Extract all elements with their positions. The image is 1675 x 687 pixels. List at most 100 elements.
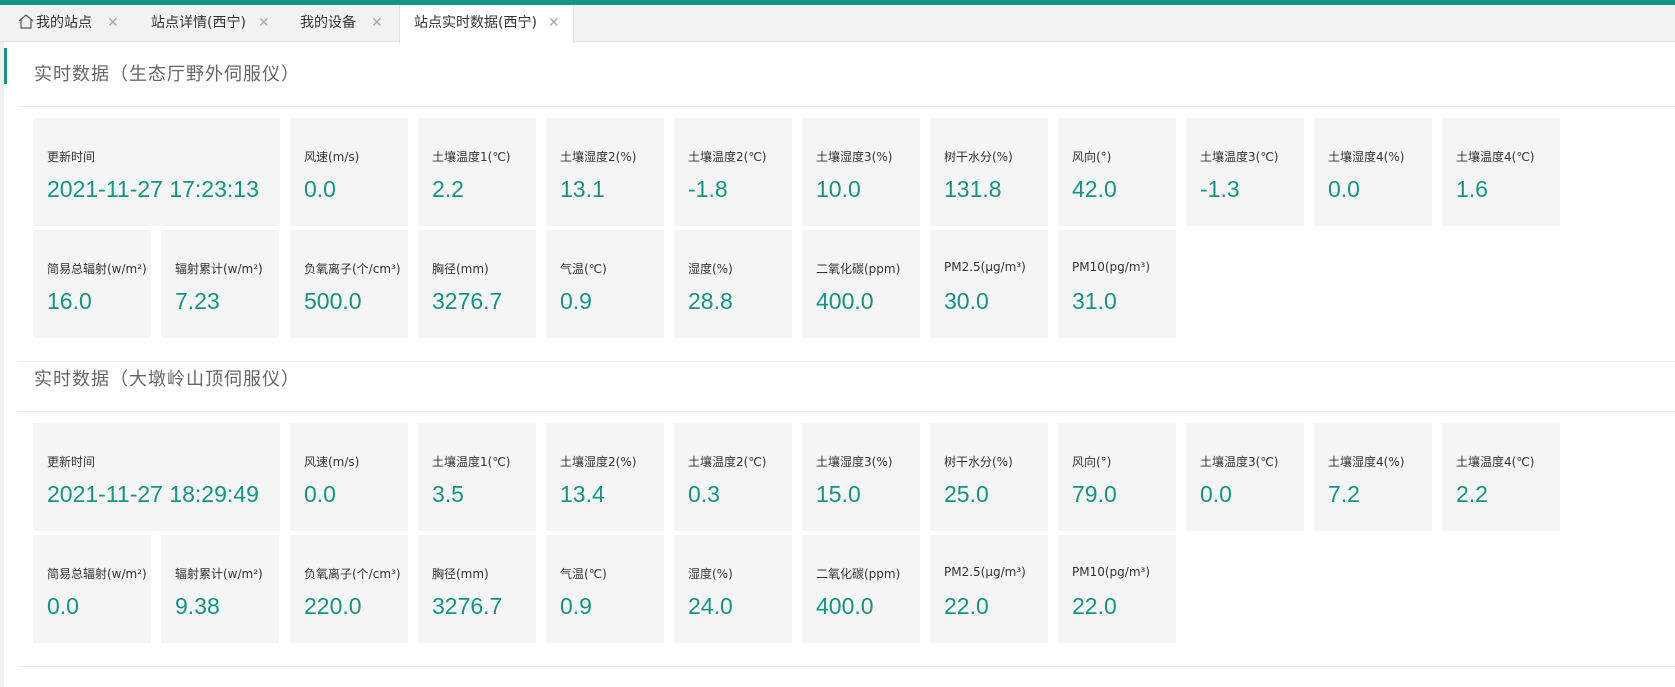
close-icon[interactable]: ✕ <box>107 5 119 42</box>
data-card-value: 31.0 <box>1072 288 1117 314</box>
data-card-label: PM2.5(μg/m³) <box>944 565 1026 579</box>
data-card: 土壤温度2(℃) 0.3 <box>674 423 792 531</box>
data-card-value: 400.0 <box>816 288 874 314</box>
close-icon[interactable]: ✕ <box>258 5 270 42</box>
data-card-value: 28.8 <box>688 288 733 314</box>
data-card: 土壤湿度4(%) 0.0 <box>1314 118 1432 226</box>
data-card: 二氧化碳(ppm) 400.0 <box>802 535 920 643</box>
close-icon[interactable]: ✕ <box>548 5 560 42</box>
data-card-label: 气温(℃) <box>560 567 607 581</box>
data-card-value: 0.0 <box>1200 481 1232 507</box>
data-card-label: 土壤温度2(℃) <box>688 150 767 164</box>
tab-label: 站点实时数据(西宁) <box>414 15 537 31</box>
data-card: 负氧离子(个/cm³) 220.0 <box>290 535 408 643</box>
data-card: PM2.5(μg/m³) 22.0 <box>930 535 1048 643</box>
data-card: 风向(°) 79.0 <box>1058 423 1176 531</box>
data-card-label: 负氧离子(个/cm³) <box>304 262 401 276</box>
data-card: 湿度(%) 28.8 <box>674 230 792 338</box>
data-card-label: 风速(m/s) <box>304 150 360 164</box>
data-card: 辐射累计(w/m²) 9.38 <box>161 535 279 643</box>
data-card-label: PM2.5(μg/m³) <box>944 260 1026 274</box>
data-card: 简易总辐射(w/m²) 16.0 <box>33 230 151 338</box>
data-card-label: 土壤湿度4(%) <box>1328 455 1405 469</box>
data-card-value: 0.0 <box>47 593 79 619</box>
data-card-label: 更新时间 <box>47 455 96 469</box>
data-card-value: 1.6 <box>1456 176 1488 202</box>
data-card-label: 辐射累计(w/m²) <box>175 567 263 581</box>
data-card-label: 简易总辐射(w/m²) <box>47 567 147 581</box>
data-card: 胸径(mm) 3276.7 <box>418 535 536 643</box>
data-card: 风速(m/s) 0.0 <box>290 423 408 531</box>
data-card-label: PM10(pg/m³) <box>1072 565 1150 579</box>
data-card-label: 更新时间 <box>47 150 96 164</box>
data-card-label: 胸径(mm) <box>432 262 489 276</box>
data-card: PM10(pg/m³) 31.0 <box>1058 230 1176 338</box>
data-card: 树干水分(%) 131.8 <box>930 118 1048 226</box>
data-card-value: 22.0 <box>1072 593 1117 619</box>
data-card-label: 土壤温度4(℃) <box>1456 150 1535 164</box>
data-card-label: 土壤湿度2(%) <box>560 150 637 164</box>
data-card-value: 9.38 <box>175 593 220 619</box>
data-card-value: 24.0 <box>688 593 733 619</box>
tab-my-devices[interactable]: 我的设备 ✕ <box>286 5 386 42</box>
data-card: PM10(pg/m³) 22.0 <box>1058 535 1176 643</box>
data-card: 湿度(%) 24.0 <box>674 535 792 643</box>
data-card: 土壤温度4(℃) 2.2 <box>1442 423 1560 531</box>
data-card-value: 500.0 <box>304 288 362 314</box>
data-card-value: 3.5 <box>432 481 464 507</box>
data-card-value: 0.0 <box>1328 176 1360 202</box>
data-card: 二氧化碳(ppm) 400.0 <box>802 230 920 338</box>
data-card-label: 土壤温度3(℃) <box>1200 455 1279 469</box>
data-card-label: 树干水分(%) <box>944 150 1013 164</box>
data-card-value: 131.8 <box>944 176 1002 202</box>
data-card-value: 42.0 <box>1072 176 1117 202</box>
data-card-label: 负氧离子(个/cm³) <box>304 567 401 581</box>
data-card: PM2.5(μg/m³) 30.0 <box>930 230 1048 338</box>
data-card: 气温(℃) 0.9 <box>546 535 664 643</box>
data-card-label: 湿度(%) <box>688 262 733 276</box>
data-card-value: -1.3 <box>1200 176 1240 202</box>
tab-label: 我的设备 <box>300 15 356 31</box>
data-card-value: 0.0 <box>304 481 336 507</box>
data-card: 土壤湿度3(%) 10.0 <box>802 118 920 226</box>
section-accent-bar <box>4 48 7 84</box>
tab-label: 站点详情(西宁) <box>151 15 246 31</box>
data-card-label: 土壤湿度4(%) <box>1328 150 1405 164</box>
tab-bar: 我的站点 ✕ 站点详情(西宁) ✕ 我的设备 ✕ 站点实时数据(西宁) ✕ <box>0 5 1675 43</box>
data-card-value: 30.0 <box>944 288 989 314</box>
data-card-value: 3276.7 <box>432 288 503 314</box>
data-card-value: 79.0 <box>1072 481 1117 507</box>
data-card-label: 气温(℃) <box>560 262 607 276</box>
data-card-value: 0.3 <box>688 481 720 507</box>
data-card: 土壤湿度3(%) 15.0 <box>802 423 920 531</box>
data-card-value: 3276.7 <box>432 593 503 619</box>
data-card-value: 2021-11-27 18:29:49 <box>47 481 259 507</box>
data-card-label: 简易总辐射(w/m²) <box>47 262 147 276</box>
data-card: 土壤湿度4(%) 7.2 <box>1314 423 1432 531</box>
tab-my-sites[interactable]: 我的站点 ✕ <box>4 5 120 42</box>
home-icon <box>18 7 34 44</box>
main-content: 实时数据（生态厅野外伺服仪） 更新时间 2021-11-27 17:23:13 风速… <box>4 42 1675 687</box>
close-icon[interactable]: ✕ <box>371 5 383 42</box>
data-card-value: 13.1 <box>560 176 605 202</box>
data-card-label: 土壤温度1(℃) <box>432 455 511 469</box>
data-card: 土壤温度1(℃) 3.5 <box>418 423 536 531</box>
data-card-value: 15.0 <box>816 481 861 507</box>
data-card: 土壤温度3(℃) 0.0 <box>1186 423 1304 531</box>
data-card-label: 二氧化碳(ppm) <box>816 567 901 581</box>
data-card: 风向(°) 42.0 <box>1058 118 1176 226</box>
tab-site-details[interactable]: 站点详情(西宁) ✕ <box>137 5 272 42</box>
data-card-value: 0.9 <box>560 288 592 314</box>
data-card-label: 风向(°) <box>1072 150 1112 164</box>
section-cards: 更新时间 2021-11-27 17:23:13 风速(m/s) 0.0 土壤温度1(℃… <box>18 108 1675 362</box>
data-card-label: 风速(m/s) <box>304 455 360 469</box>
data-card-label: 土壤温度4(℃) <box>1456 455 1535 469</box>
section-header: 实时数据（生态厅野外伺服仪） <box>4 42 1675 107</box>
data-card-value: 16.0 <box>47 288 92 314</box>
data-card-label: PM10(pg/m³) <box>1072 260 1150 274</box>
data-card-value: 400.0 <box>816 593 874 619</box>
data-card-label: 二氧化碳(ppm) <box>816 262 901 276</box>
tab-site-realtime-data[interactable]: 站点实时数据(西宁) ✕ <box>399 5 574 43</box>
data-card-label: 胸径(mm) <box>432 567 489 581</box>
data-card: 土壤温度3(℃) -1.3 <box>1186 118 1304 226</box>
